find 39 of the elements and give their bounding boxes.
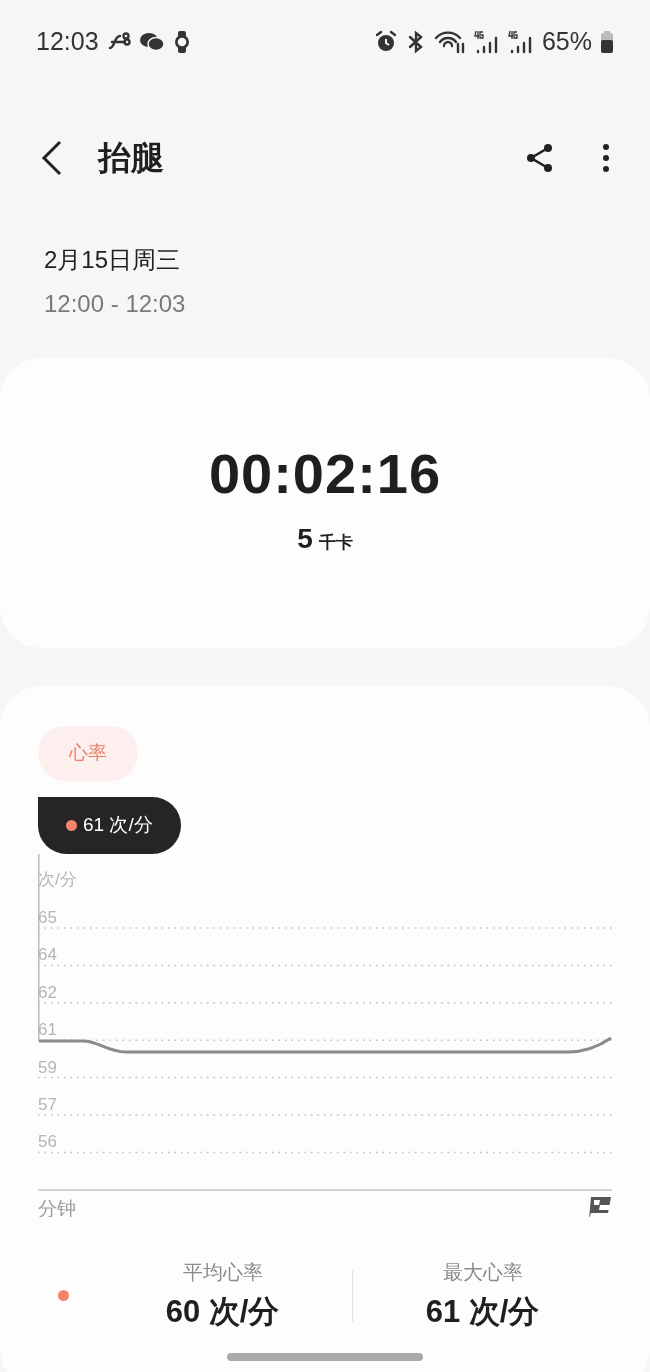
axis-tick-label: 61	[38, 1019, 57, 1039]
share-icon	[526, 143, 554, 173]
battery-icon	[600, 30, 614, 54]
stat-value: 60 次/分	[164, 1292, 281, 1331]
calories-value: 5	[297, 522, 313, 556]
legend-dot	[66, 819, 77, 831]
chat-icon	[138, 31, 165, 53]
axis-tick-label: 64	[38, 944, 57, 964]
share-button[interactable]	[526, 143, 554, 173]
workout-time-range: 12:00 - 12:03	[44, 289, 187, 319]
more-button[interactable]	[602, 143, 610, 173]
workout-date: 2月15日周三	[44, 245, 182, 275]
battery-percentage: 65%	[541, 26, 592, 58]
watch-icon	[172, 30, 191, 54]
axis-unit-label: 次/分	[38, 869, 77, 889]
axis-tick-label: 62	[38, 982, 57, 1002]
signal-icon	[507, 30, 534, 54]
signal-icon	[473, 30, 500, 54]
alarm-icon	[373, 30, 398, 54]
stat-label: 平均心率	[181, 1259, 264, 1285]
clock-time: 12:03	[36, 26, 99, 58]
flag-icon	[589, 1196, 611, 1217]
axis-tick-label: 65	[38, 907, 57, 927]
stat-label: 最大心率	[441, 1259, 524, 1285]
back-button[interactable]	[40, 140, 64, 176]
calories-unit: 千卡	[318, 532, 353, 554]
page-title: 抬腿	[98, 138, 164, 179]
legend-dot	[58, 1290, 69, 1302]
duration-value: 00:02:16	[208, 446, 442, 502]
axis-tick-label: 56	[38, 1131, 57, 1151]
wifi-icon	[433, 30, 466, 54]
filter-chip[interactable]: 心率	[38, 726, 138, 781]
back-icon	[40, 140, 64, 176]
axis-tick-label: 57	[38, 1094, 57, 1114]
axis-title: 分钟	[38, 1197, 76, 1217]
stat-value: 61 次/分	[424, 1292, 541, 1331]
more-icon	[602, 143, 610, 173]
tooltip-text: 61 次/分	[83, 812, 153, 837]
axis-tick-label: 59	[38, 1057, 57, 1077]
